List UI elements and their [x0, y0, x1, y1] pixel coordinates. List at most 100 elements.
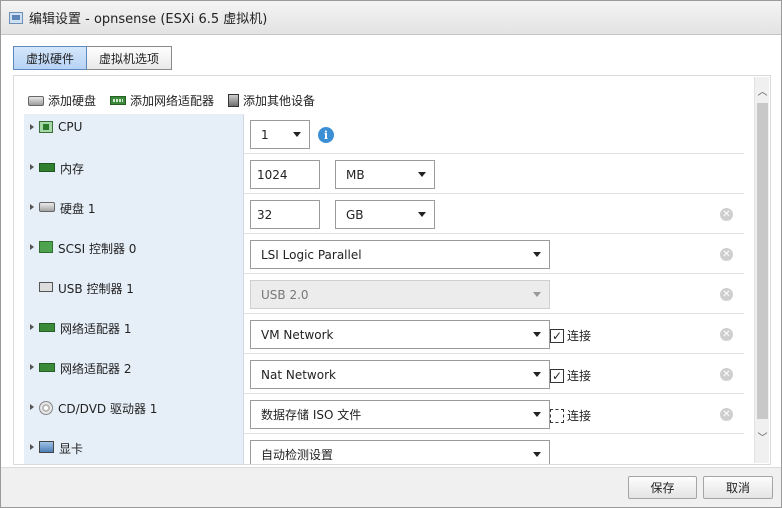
device-icon — [228, 94, 240, 107]
scroll-up-icon[interactable]: ︿ — [757, 83, 768, 98]
add-other-device-label: 添加其他设备 — [243, 94, 316, 108]
device-header[interactable]: CD/DVD 驱动器 1 — [24, 394, 244, 434]
network-select[interactable]: Nat Network — [250, 360, 550, 389]
connect-checkbox[interactable]: 连接 — [550, 407, 591, 424]
cd-source-value: 数据存储 ISO 文件 — [261, 408, 362, 422]
memory-unit-value: MB — [346, 167, 365, 182]
info-icon[interactable]: i — [318, 127, 334, 143]
remove-device-icon[interactable]: ✕ — [720, 248, 733, 261]
device-header[interactable]: 内存 — [24, 154, 244, 194]
dialog-footer: 保存 取消 — [1, 467, 781, 507]
remove-device-icon[interactable]: ✕ — [720, 368, 733, 381]
device-header[interactable]: USB 控制器 1 — [24, 274, 244, 314]
edit-settings-dialog: 编辑设置 - opnsense (ESXi 6.5 虚拟机) 虚拟硬件 虚拟机选… — [0, 0, 782, 508]
usb-type-select: USB 2.0 — [250, 280, 550, 309]
device-label: 网络适配器 2 — [60, 362, 132, 376]
device-list: CPU 1 i 内存 1024 MB 硬盘 1 32 GB ✕ SCSI 控制器… — [24, 114, 744, 464]
checkbox-unchecked-icon[interactable] — [550, 408, 564, 423]
connect-checkbox[interactable]: ✓ 连接 — [550, 327, 591, 344]
add-hard-disk-button[interactable]: 添加硬盘 — [28, 92, 96, 109]
expand-arrow-icon[interactable] — [30, 404, 34, 410]
expand-arrow-icon — [30, 284, 34, 290]
cancel-button[interactable]: 取消 — [703, 476, 773, 499]
connect-label: 连接 — [567, 329, 592, 343]
device-header[interactable]: CPU — [24, 114, 244, 154]
chevron-down-icon — [418, 212, 426, 217]
chevron-down-icon — [293, 132, 301, 137]
expand-arrow-icon[interactable] — [30, 204, 34, 210]
expand-arrow-icon[interactable] — [30, 124, 34, 130]
window-title: 编辑设置 - opnsense (ESXi 6.5 虚拟机) — [29, 12, 268, 27]
checkbox-checked-icon[interactable]: ✓ — [550, 328, 564, 343]
disk-unit-select[interactable]: GB — [335, 200, 435, 229]
usb-type-value: USB 2.0 — [261, 287, 309, 302]
hard-disk-icon — [28, 95, 44, 106]
add-hard-disk-label: 添加硬盘 — [48, 94, 97, 108]
add-network-adapter-button[interactable]: 添加网络适配器 — [110, 92, 214, 109]
device-header[interactable]: 硬盘 1 — [24, 194, 244, 234]
title-bar: 编辑设置 - opnsense (ESXi 6.5 虚拟机) — [1, 1, 781, 35]
chevron-down-icon — [533, 412, 541, 417]
tab-bar: 虚拟硬件 虚拟机选项 — [13, 46, 173, 70]
memory-icon — [39, 163, 55, 172]
device-header[interactable]: 网络适配器 1 — [24, 314, 244, 354]
chevron-down-icon — [533, 252, 541, 257]
expand-arrow-icon[interactable] — [30, 364, 34, 370]
chevron-down-icon — [533, 292, 541, 297]
remove-device-icon[interactable]: ✕ — [720, 208, 733, 221]
cpu-icon — [39, 121, 53, 133]
device-row-network-adapter-2: 网络适配器 2 Nat Network ✓ 连接 ✕ — [24, 354, 744, 394]
expand-arrow-icon[interactable] — [30, 244, 34, 250]
add-other-device-button[interactable]: 添加其他设备 — [228, 92, 315, 109]
checkbox-checked-icon[interactable]: ✓ — [550, 368, 564, 383]
cd-dvd-icon — [39, 401, 53, 415]
scrollbar-thumb[interactable] — [757, 103, 768, 419]
tab-vm-options[interactable]: 虚拟机选项 — [87, 46, 173, 70]
scroll-down-icon[interactable]: ﹀ — [757, 429, 768, 444]
device-label: 硬盘 1 — [60, 202, 96, 216]
scsi-controller-icon — [39, 241, 53, 253]
memory-unit-select[interactable]: MB — [335, 160, 435, 189]
video-settings-select[interactable]: 自动检测设置 — [250, 440, 550, 464]
save-button[interactable]: 保存 — [628, 476, 697, 499]
network-value: VM Network — [261, 327, 334, 342]
remove-device-icon[interactable]: ✕ — [720, 288, 733, 301]
network-value: Nat Network — [261, 367, 336, 382]
connect-checkbox[interactable]: ✓ 连接 — [550, 367, 591, 384]
expand-arrow-icon[interactable] — [30, 164, 34, 170]
device-header[interactable]: 网络适配器 2 — [24, 354, 244, 394]
disk-unit-value: GB — [346, 207, 364, 222]
device-label: CD/DVD 驱动器 1 — [58, 402, 158, 416]
cd-source-select[interactable]: 数据存储 ISO 文件 — [250, 400, 550, 429]
cpu-count-select[interactable]: 1 — [250, 120, 310, 149]
device-header[interactable]: SCSI 控制器 0 — [24, 234, 244, 274]
chevron-down-icon — [533, 332, 541, 337]
device-row-usb: USB 控制器 1 USB 2.0 ✕ — [24, 274, 744, 314]
device-label: 网络适配器 1 — [60, 322, 132, 336]
hardware-toolbar: 添加硬盘 添加网络适配器 添加其他设备 — [28, 92, 315, 109]
tab-virtual-hardware[interactable]: 虚拟硬件 — [13, 46, 88, 70]
expand-arrow-icon[interactable] — [30, 444, 34, 450]
network-select[interactable]: VM Network — [250, 320, 550, 349]
hard-disk-icon — [39, 202, 55, 212]
device-header[interactable]: 显卡 — [24, 434, 244, 464]
device-label: 内存 — [60, 162, 85, 176]
device-label: SCSI 控制器 0 — [58, 242, 137, 256]
disk-size-input[interactable]: 32 — [250, 200, 320, 229]
scsi-type-select[interactable]: LSI Logic Parallel — [250, 240, 550, 269]
device-row-memory: 内存 1024 MB — [24, 154, 744, 194]
chevron-down-icon — [533, 372, 541, 377]
device-row-cd-dvd: CD/DVD 驱动器 1 数据存储 ISO 文件 连接 ✕ — [24, 394, 744, 434]
network-adapter-icon — [110, 96, 127, 105]
connect-label: 连接 — [567, 409, 592, 423]
memory-size-input[interactable]: 1024 — [250, 160, 320, 189]
expand-arrow-icon[interactable] — [30, 324, 34, 330]
chevron-down-icon — [418, 172, 426, 177]
device-row-network-adapter-1: 网络适配器 1 VM Network ✓ 连接 ✕ — [24, 314, 744, 354]
remove-device-icon[interactable]: ✕ — [720, 408, 733, 421]
remove-device-icon[interactable]: ✕ — [720, 328, 733, 341]
vertical-scrollbar[interactable]: ︿ ﹀ — [754, 77, 769, 463]
cpu-count-value: 1 — [261, 127, 269, 142]
device-row-video-card: 显卡 自动检测设置 — [24, 434, 744, 464]
network-adapter-icon — [39, 363, 55, 372]
